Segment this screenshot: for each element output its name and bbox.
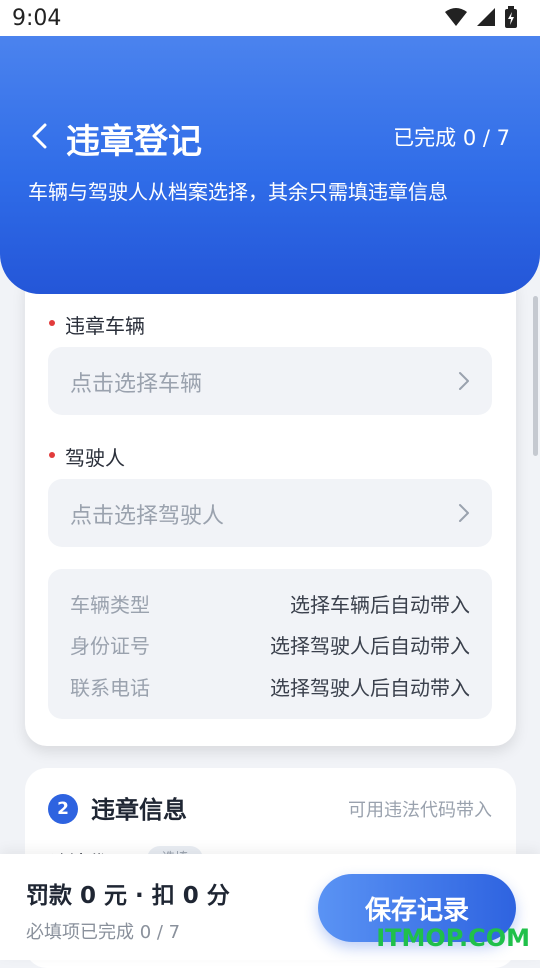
scrollbar[interactable] — [533, 296, 538, 456]
required-dot — [49, 320, 55, 326]
chevron-right-icon — [459, 504, 469, 522]
info-row: 车辆类型 选择车辆后自动带入 — [70, 589, 470, 619]
vehicle-driver-card: 违章车辆 点击选择车辆 驾驶人 点击选择驾驶人 车辆类型 选择车辆后自动带入 身… — [25, 270, 516, 746]
info-row: 联系电话 选择驾驶人后自动带入 — [70, 672, 470, 702]
vehicle-field-label: 违章车辆 — [49, 310, 145, 339]
signal-icon — [477, 8, 495, 26]
auto-fill-info: 车辆类型 选择车辆后自动带入 身份证号 选择驾驶人后自动带入 联系电话 选择驾驶… — [48, 569, 492, 719]
chevron-left-icon[interactable] — [26, 122, 54, 150]
vehicle-placeholder: 点击选择车辆 — [70, 372, 203, 397]
status-bar: 9:04 — [0, 0, 540, 36]
driver-placeholder: 点击选择驾驶人 — [70, 504, 225, 529]
chevron-right-icon — [459, 372, 469, 390]
page-header: 违章登记 已完成 0 / 7 车辆与驾驶人从档案选择，其余只需填违章信息 — [0, 36, 540, 294]
driver-selector[interactable]: 点击选择驾驶人 — [48, 479, 492, 547]
section-title: 违章信息 — [91, 796, 187, 824]
page-title: 违章登记 — [66, 122, 202, 162]
penalty-summary: 罚款 0 元 · 扣 0 分 — [26, 883, 230, 909]
driver-field-label: 驾驶人 — [49, 442, 125, 471]
battery-icon — [505, 6, 517, 28]
status-time: 9:04 — [12, 6, 62, 31]
wifi-icon — [445, 8, 467, 26]
info-key: 联系电话 — [70, 676, 150, 700]
page-subtitle: 车辆与驾驶人从档案选择，其余只需填违章信息 — [28, 180, 448, 204]
vehicle-selector[interactable]: 点击选择车辆 — [48, 347, 492, 415]
required-dot — [49, 452, 55, 458]
step-badge: 2 — [48, 794, 78, 824]
info-value: 选择驾驶人后自动带入 — [270, 634, 470, 658]
info-value: 选择车辆后自动带入 — [290, 593, 470, 617]
info-row: 身份证号 选择驾驶人后自动带入 — [70, 630, 470, 660]
section-hint: 可用违法代码带入 — [348, 800, 492, 821]
info-key: 身份证号 — [70, 634, 150, 658]
info-key: 车辆类型 — [70, 593, 150, 617]
required-status: 必填项已完成 0 / 7 — [26, 922, 181, 943]
progress-text: 已完成 0 / 7 — [393, 126, 510, 150]
watermark: ITMOP.COM — [376, 924, 530, 952]
status-icons — [444, 6, 518, 28]
info-value: 选择驾驶人后自动带入 — [270, 676, 470, 700]
